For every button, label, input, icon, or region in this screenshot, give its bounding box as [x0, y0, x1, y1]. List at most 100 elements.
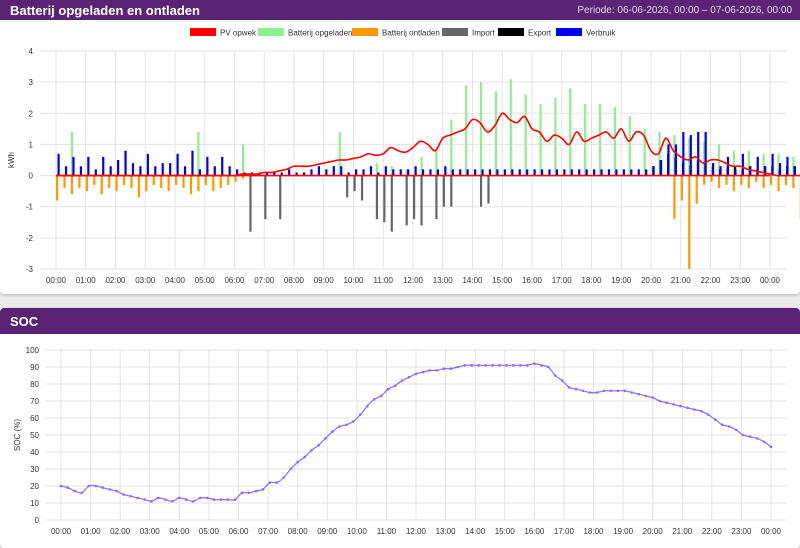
- soc-point: [157, 497, 160, 500]
- soc-point: [665, 401, 668, 404]
- soc-point: [436, 369, 439, 372]
- x-tick-label: 06:00: [224, 276, 245, 285]
- usage-bar: [184, 166, 186, 175]
- soc-point: [582, 390, 585, 393]
- soc-point: [589, 391, 592, 394]
- soc-point: [338, 425, 341, 428]
- x-tick-label: 10:00: [343, 276, 364, 285]
- usage-bar: [586, 169, 588, 175]
- soc-point: [317, 444, 320, 447]
- discharged-bar: [138, 176, 140, 198]
- usage-bar: [719, 166, 721, 175]
- usage-bar: [124, 151, 126, 176]
- import-bar: [264, 176, 266, 220]
- discharged-bar: [703, 176, 705, 185]
- x-tick-label: 19:00: [613, 527, 634, 536]
- usage-bar: [742, 154, 744, 176]
- y-tick-label: 50: [30, 431, 39, 440]
- x-tick-label: 13:00: [433, 276, 454, 285]
- usage-bar: [117, 160, 119, 176]
- usage-bar: [444, 166, 446, 175]
- usage-bar: [623, 169, 625, 175]
- soc-point: [651, 396, 654, 399]
- import-bar: [413, 176, 415, 220]
- x-tick-label: 17:00: [552, 276, 573, 285]
- soc-point: [241, 492, 244, 495]
- discharged-bar: [733, 176, 735, 192]
- import-bar: [346, 176, 348, 198]
- charged-bar: [569, 88, 571, 175]
- discharged-bar: [101, 176, 103, 195]
- usage-bar: [422, 169, 424, 175]
- usage-bar: [578, 169, 580, 175]
- usage-bar: [660, 160, 662, 176]
- x-tick-label: 23:00: [731, 527, 752, 536]
- soc-point: [644, 395, 647, 398]
- usage-bar: [496, 169, 498, 175]
- charged-bar: [510, 79, 512, 176]
- soc-point: [129, 495, 132, 498]
- soc-point: [394, 384, 397, 387]
- soc-point: [693, 408, 696, 411]
- import-bar: [420, 176, 422, 226]
- usage-bar: [630, 169, 632, 175]
- soc-point: [262, 488, 265, 491]
- soc-point: [624, 390, 627, 393]
- usage-bar: [638, 169, 640, 175]
- soc-point: [74, 490, 77, 493]
- charged-bar: [525, 95, 527, 176]
- usage-bar: [734, 169, 736, 175]
- soc-point: [282, 476, 285, 479]
- x-tick-label: 21:00: [672, 527, 693, 536]
- soc-point: [630, 391, 633, 394]
- discharged-bar: [688, 176, 690, 269]
- soc-point: [575, 388, 578, 391]
- soc-point: [192, 500, 195, 503]
- usage-bar: [58, 154, 60, 176]
- import-bar: [361, 176, 363, 201]
- import-bar: [487, 176, 489, 204]
- x-tick-label: 15:00: [492, 276, 513, 285]
- charged-bar: [197, 132, 199, 176]
- import-bar: [383, 176, 385, 223]
- soc-point: [519, 364, 522, 367]
- usage-bar: [511, 169, 513, 175]
- import-bar: [391, 176, 393, 232]
- soc-point: [248, 492, 251, 495]
- usage-bar: [407, 169, 409, 175]
- soc-point: [408, 376, 411, 379]
- legend-swatch-usage: [556, 28, 582, 36]
- usage-bar: [288, 169, 290, 175]
- soc-point: [679, 405, 682, 408]
- y-tick-label: 60: [30, 414, 39, 423]
- x-tick-label: 03:00: [135, 276, 156, 285]
- charged-bar: [242, 144, 244, 175]
- usage-bar: [229, 166, 231, 175]
- x-tick-label: 00:00: [761, 527, 782, 536]
- x-tick-label: 02:00: [110, 527, 131, 536]
- discharged-bar: [93, 176, 95, 185]
- usage-bar: [690, 135, 692, 175]
- soc-point: [721, 424, 724, 427]
- usage-bar: [504, 169, 506, 175]
- discharged-bar: [696, 176, 698, 204]
- soc-card-header: SOC: [0, 308, 800, 334]
- soc-point: [470, 364, 473, 367]
- discharged-bar: [108, 176, 110, 188]
- x-tick-label: 03:00: [140, 527, 161, 536]
- import-bar: [354, 176, 356, 192]
- usage-bar: [794, 166, 796, 175]
- x-tick-label: 00:00: [51, 527, 72, 536]
- soc-point: [637, 393, 640, 396]
- x-tick-label: 22:00: [702, 527, 723, 536]
- x-tick-label: 04:00: [165, 276, 186, 285]
- y-tick-label: 70: [30, 397, 39, 406]
- usage-bar: [72, 157, 74, 176]
- usage-bar: [667, 144, 669, 175]
- soc-point: [143, 498, 146, 501]
- discharged-bar: [755, 176, 757, 182]
- x-tick-label: 16:00: [522, 276, 543, 285]
- usage-bar: [615, 169, 617, 175]
- usage-bar: [593, 169, 595, 175]
- soc-point: [185, 498, 188, 501]
